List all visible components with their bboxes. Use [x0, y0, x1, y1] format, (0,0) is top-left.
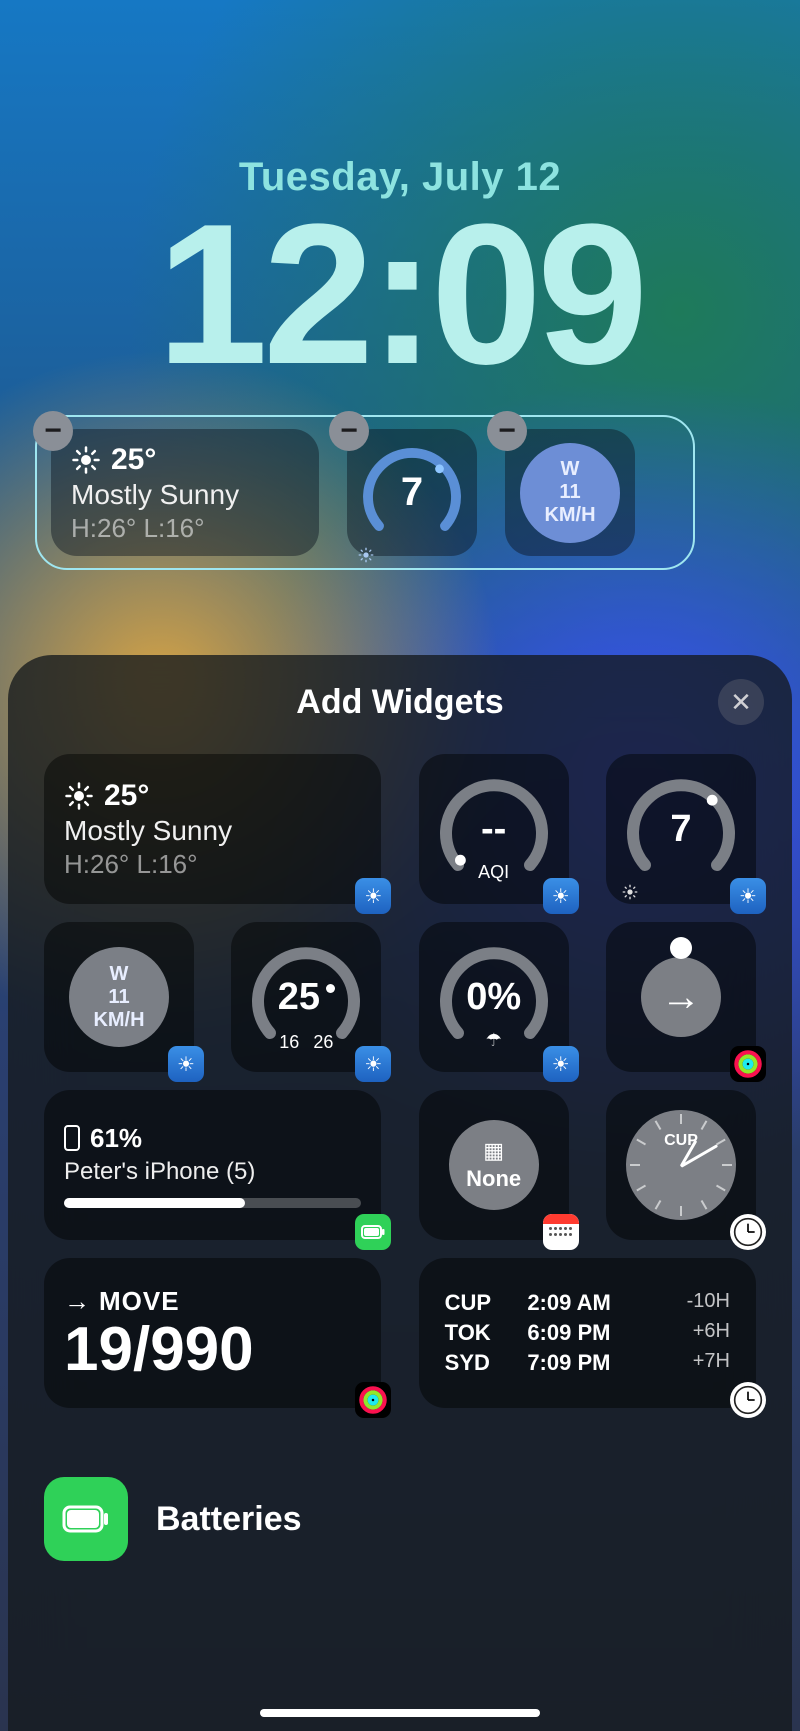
close-icon: ✕ — [730, 687, 752, 718]
widget-option-fitness-move[interactable]: → MOVE 19/990 — [44, 1258, 381, 1408]
widget-option-world-clock[interactable]: CUP2:09 AM-10H TOK6:09 PM+6H SYD7:09 PM+… — [419, 1258, 756, 1408]
fitness-app-icon — [730, 1046, 766, 1082]
widget-option-clock-city[interactable]: CUP — [606, 1090, 756, 1240]
weather-app-icon: ☀︎ — [355, 878, 391, 914]
suggestion-label: Batteries — [156, 1500, 302, 1539]
weather-app-icon: ☀︎ — [355, 1046, 391, 1082]
weather-temp: 25° — [104, 779, 149, 813]
weather-condition: Mostly Sunny — [64, 815, 361, 847]
sun-icon — [71, 445, 101, 475]
uv-value: 7 — [621, 769, 741, 889]
battery-device-name: Peter's iPhone (5) — [64, 1158, 361, 1186]
remove-widget-button[interactable]: − — [487, 411, 527, 451]
batteries-app-icon — [355, 1214, 391, 1250]
remove-widget-button[interactable]: − — [33, 411, 73, 451]
selected-widgets-row: − 25° Mostly Sunny H:26° L:16° − 7 − W 1… — [35, 415, 695, 570]
weather-app-icon: ☀︎ — [543, 1046, 579, 1082]
move-label: MOVE — [99, 1286, 180, 1317]
close-button[interactable]: ✕ — [718, 679, 764, 725]
weather-app-icon: ☀︎ — [168, 1046, 204, 1082]
temp-high: 26 — [313, 1032, 333, 1053]
battery-percent: 61% — [90, 1123, 142, 1154]
sheet-title: Add Widgets — [44, 683, 756, 722]
battery-bar — [64, 1198, 361, 1208]
aqi-label: AQI — [434, 862, 554, 883]
world-clock-row: SYD7:09 PM+7H — [445, 1348, 730, 1378]
fitness-app-icon — [355, 1382, 391, 1418]
widget-option-uv[interactable]: 7 ☀︎ — [606, 754, 756, 904]
selected-widget-wind[interactable]: − W 11 KM/H — [505, 429, 635, 556]
selected-widget-uv[interactable]: − 7 — [347, 429, 477, 556]
wind-speed: 11 — [108, 986, 129, 1009]
world-clock-row: TOK6:09 PM+6H — [445, 1318, 730, 1348]
widget-option-wind[interactable]: W 11 KM/H ☀︎ — [44, 922, 194, 1072]
batteries-app-icon — [44, 1477, 128, 1561]
widget-option-weather-conditions[interactable]: 25° Mostly Sunny H:26° L:16° ☀︎ — [44, 754, 381, 904]
calendar-icon: ▦ — [483, 1138, 504, 1164]
wind-direction: W — [561, 458, 580, 481]
arrow-right-icon: → — [641, 957, 721, 1037]
widget-option-fitness-small[interactable]: → — [606, 922, 756, 1072]
weather-hilo: H:26° L:16° — [71, 513, 299, 544]
temp-value: 25 — [278, 976, 320, 1019]
widget-option-calendar[interactable]: ▦ None — [419, 1090, 569, 1240]
weather-hilo: H:26° L:16° — [64, 849, 361, 880]
world-clock-row: CUP2:09 AM-10H — [445, 1288, 730, 1318]
temp-low: 16 — [279, 1032, 299, 1053]
clock-app-icon — [730, 1214, 766, 1250]
lockscreen-time: 12:09 — [0, 195, 800, 395]
phone-icon — [64, 1125, 80, 1151]
weather-condition: Mostly Sunny — [71, 479, 299, 511]
widget-option-aqi[interactable]: -- AQI ☀︎ — [419, 754, 569, 904]
weather-app-icon: ☀︎ — [543, 878, 579, 914]
calendar-app-icon — [543, 1214, 579, 1250]
suggestion-batteries[interactable]: Batteries — [44, 1477, 302, 1561]
widget-option-battery-wide[interactable]: 61% Peter's iPhone (5) — [44, 1090, 381, 1240]
sun-icon — [64, 781, 94, 811]
weather-app-icon: ☀︎ — [730, 878, 766, 914]
wind-speed: 11 — [559, 481, 580, 504]
selected-widget-weather[interactable]: − 25° Mostly Sunny H:26° L:16° — [51, 429, 319, 556]
wind-unit: KM/H — [93, 1009, 144, 1032]
umbrella-icon: ☂ — [434, 1030, 554, 1051]
weather-temp: 25° — [111, 443, 156, 477]
home-indicator[interactable] — [260, 1709, 540, 1717]
calendar-event-label: None — [466, 1166, 521, 1192]
widget-option-temperature[interactable]: 25 16 26 ☀︎ — [231, 922, 381, 1072]
uv-value: 7 — [357, 438, 467, 548]
move-value: 19/990 — [64, 1319, 254, 1381]
clock-app-icon — [730, 1382, 766, 1418]
wind-unit: KM/H — [544, 504, 595, 527]
widget-option-precipitation[interactable]: 0% ☂ ☀︎ — [419, 922, 569, 1072]
wind-direction: W — [110, 963, 129, 986]
add-widgets-sheet: Add Widgets ✕ 25° Mostly Sunny H:26° L:1… — [8, 655, 792, 1731]
arrow-right-icon: → — [64, 1286, 91, 1317]
